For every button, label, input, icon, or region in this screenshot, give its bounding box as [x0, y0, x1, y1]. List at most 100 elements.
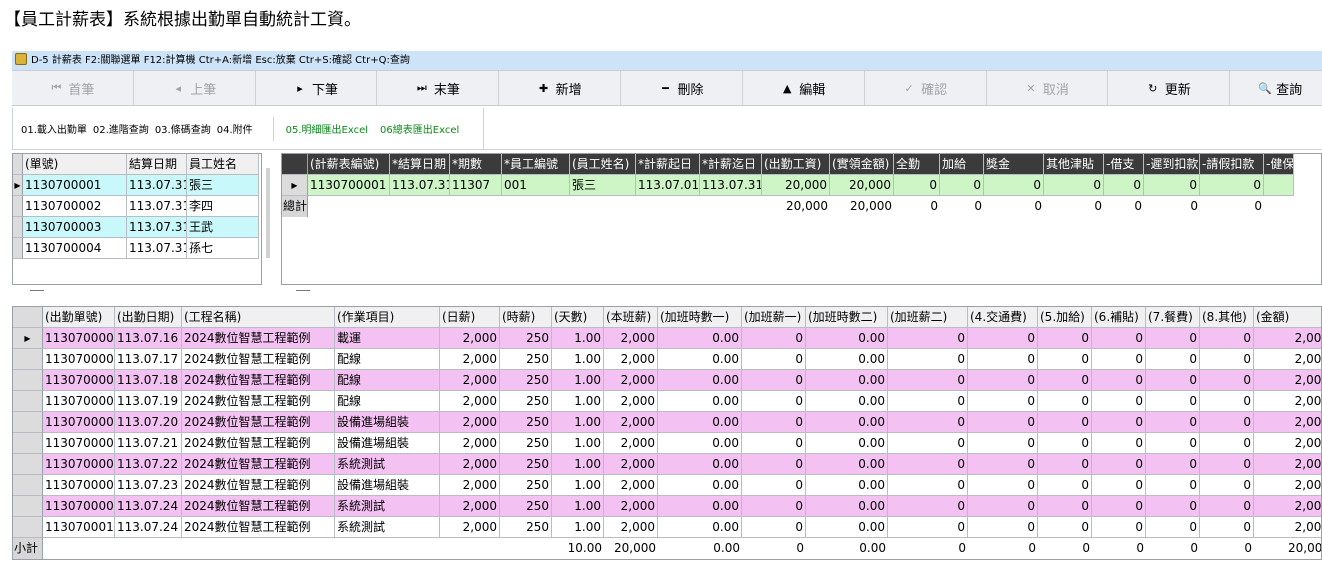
grid-cell[interactable]: 113.07.20	[115, 412, 182, 433]
column-header[interactable]: *結算日期	[390, 154, 450, 175]
table-row[interactable]: 1130700008 113.07.23 2024數位智慧工程範例 設備進場組裝 2,0…	[13, 475, 1321, 496]
grid-cell[interactable]: 113.07.24	[115, 517, 182, 538]
grid-cell[interactable]: 0	[1038, 454, 1092, 475]
grid-cell[interactable]: 1.00	[552, 496, 604, 517]
grid-cell[interactable]: 0	[888, 433, 968, 454]
toolbar-button-refresh[interactable]: ↻ 更新	[1108, 71, 1231, 105]
grid-cell[interactable]: 1.00	[552, 433, 604, 454]
grid-cell[interactable]: 1130700003	[23, 217, 127, 238]
grid-cell[interactable]: 張三	[187, 175, 259, 196]
grid-cell[interactable]: 0	[1038, 391, 1092, 412]
toolbar-button-check[interactable]: ✓ 確認	[865, 71, 987, 105]
grid-cell[interactable]: 113.07.24	[115, 496, 182, 517]
grid-cell[interactable]: 0	[888, 412, 968, 433]
grid-cell[interactable]: 1130700006	[43, 433, 115, 454]
grid-cell[interactable]: 113.07.21	[115, 433, 182, 454]
grid-cell[interactable]: 孫七	[187, 238, 259, 259]
table-row[interactable]: 1130700007 113.07.22 2024數位智慧工程範例 系統測試 2,000…	[13, 454, 1321, 475]
grid-cell[interactable]: 0.00	[806, 370, 888, 391]
grid-cell[interactable]: 1130700003	[43, 370, 115, 391]
grid-cell[interactable]: 1.00	[552, 391, 604, 412]
grid-cell[interactable]: 0.00	[658, 454, 742, 475]
toolbar-button-first[interactable]: ⏮ 首筆	[12, 71, 134, 105]
grid-cell[interactable]: 2024數位智慧工程範例	[182, 391, 335, 412]
grid-cell[interactable]: 0	[888, 349, 968, 370]
grid-cell[interactable]: 張三	[570, 175, 636, 196]
grid-cell[interactable]: 0	[968, 433, 1038, 454]
grid-cell[interactable]: 0	[1038, 496, 1092, 517]
grid-cell[interactable]: 250	[500, 475, 552, 496]
grid-cell[interactable]: 2024數位智慧工程範例	[182, 475, 335, 496]
grid-cell[interactable]: 0	[1200, 433, 1254, 454]
grid-cell[interactable]: 0	[888, 370, 968, 391]
grid-cell[interactable]: 2024數位智慧工程範例	[182, 433, 335, 454]
grid-cell[interactable]: 0.00	[806, 391, 888, 412]
grid-cell[interactable]: 0	[1146, 475, 1200, 496]
grid-cell[interactable]: 0.00	[658, 391, 742, 412]
grid-cell[interactable]: 2,000	[1254, 412, 1321, 433]
column-header[interactable]: (日薪)	[440, 307, 500, 328]
column-header[interactable]: (加班時數一)	[658, 307, 742, 328]
grid-cell[interactable]: 2,000	[440, 475, 500, 496]
column-header[interactable]: *期數	[450, 154, 502, 175]
grid-cell[interactable]: 0	[742, 433, 806, 454]
column-header[interactable]: (時薪)	[500, 307, 552, 328]
grid-cell[interactable]: 2024數位智慧工程範例	[182, 370, 335, 391]
grid-cell[interactable]: 0	[968, 517, 1038, 538]
grid-cell[interactable]: 2,000	[1254, 454, 1321, 475]
toolbar-button-cancel[interactable]: ✕ 取消	[987, 71, 1109, 105]
column-header[interactable]: (金額)	[1254, 307, 1321, 328]
grid-cell[interactable]: 2,000	[604, 517, 658, 538]
grid-cell[interactable]: 0	[742, 517, 806, 538]
grid-cell[interactable]: 0	[1038, 349, 1092, 370]
column-header[interactable]: *員工編號	[502, 154, 570, 175]
toolbar-button-search[interactable]: 🔍 查詢	[1230, 71, 1322, 105]
grid-cell[interactable]: 2024數位智慧工程範例	[182, 412, 335, 433]
grid-cell[interactable]: 2,000	[1254, 328, 1321, 349]
column-header[interactable]: (單號)	[23, 154, 127, 175]
grid-cell[interactable]: 0	[1146, 517, 1200, 538]
table-row[interactable]: 1130700009 113.07.24 2024數位智慧工程範例 系統測試 2,000…	[13, 496, 1321, 517]
grid-cell[interactable]: 0.00	[806, 328, 888, 349]
grid-cell[interactable]: 0.00	[658, 328, 742, 349]
grid-cell[interactable]: 0	[940, 175, 984, 196]
grid-cell[interactable]: 2,000	[604, 328, 658, 349]
grid-cell[interactable]: 1.00	[552, 412, 604, 433]
column-header[interactable]: (7.餐費)	[1146, 307, 1200, 328]
grid-cell[interactable]: 1130700002	[23, 196, 127, 217]
grid-cell[interactable]: 2,000	[1254, 496, 1321, 517]
grid-cell[interactable]: 1130700002	[43, 349, 115, 370]
grid-cell[interactable]: 113.07.31	[127, 217, 187, 238]
grid-cell[interactable]: 113.07.23	[115, 475, 182, 496]
grid-cell[interactable]: 0	[968, 496, 1038, 517]
grid-cell[interactable]: 2,000	[1254, 517, 1321, 538]
grid-cell[interactable]: 113.07.19	[115, 391, 182, 412]
column-header[interactable]: (6.補貼)	[1092, 307, 1146, 328]
grid-cell[interactable]: 0	[1146, 496, 1200, 517]
grid-cell[interactable]: 0	[1104, 175, 1144, 196]
grid-cell[interactable]: 0.00	[658, 475, 742, 496]
grid-cell[interactable]: 0.00	[806, 454, 888, 475]
grid-cell[interactable]: 1130700001	[23, 175, 127, 196]
grid-cell[interactable]: 0	[1038, 517, 1092, 538]
grid-cell[interactable]: 0	[1038, 433, 1092, 454]
grid-cell[interactable]: 0	[1200, 175, 1264, 196]
toolbar-button-prev[interactable]: ◂ 上筆	[134, 71, 256, 105]
grid-cell[interactable]: 2,000	[1254, 391, 1321, 412]
row-indicator[interactable]	[13, 217, 23, 238]
grid-cell[interactable]: 李四	[187, 196, 259, 217]
grid-cell[interactable]: 0.00	[806, 433, 888, 454]
column-header[interactable]: (員工姓名)	[570, 154, 636, 175]
grid-cell[interactable]: 0.00	[806, 496, 888, 517]
grid-cell[interactable]: 2024數位智慧工程範例	[182, 454, 335, 475]
grid-cell[interactable]: 113.07.31	[700, 175, 762, 196]
grid-cell[interactable]: 0	[1200, 391, 1254, 412]
row-indicator[interactable]	[13, 454, 43, 475]
table-row[interactable]: ▶ 1130700001 113.07.31 11307 001 張三 113.07.01 1…	[282, 175, 1321, 196]
grid-cell[interactable]: 113.07.31	[127, 196, 187, 217]
grid-cell[interactable]: 250	[500, 328, 552, 349]
grid-cell[interactable]: 0	[1092, 496, 1146, 517]
grid-cell[interactable]: 0	[742, 391, 806, 412]
row-indicator[interactable]	[13, 196, 23, 217]
row-indicator[interactable]	[13, 475, 43, 496]
